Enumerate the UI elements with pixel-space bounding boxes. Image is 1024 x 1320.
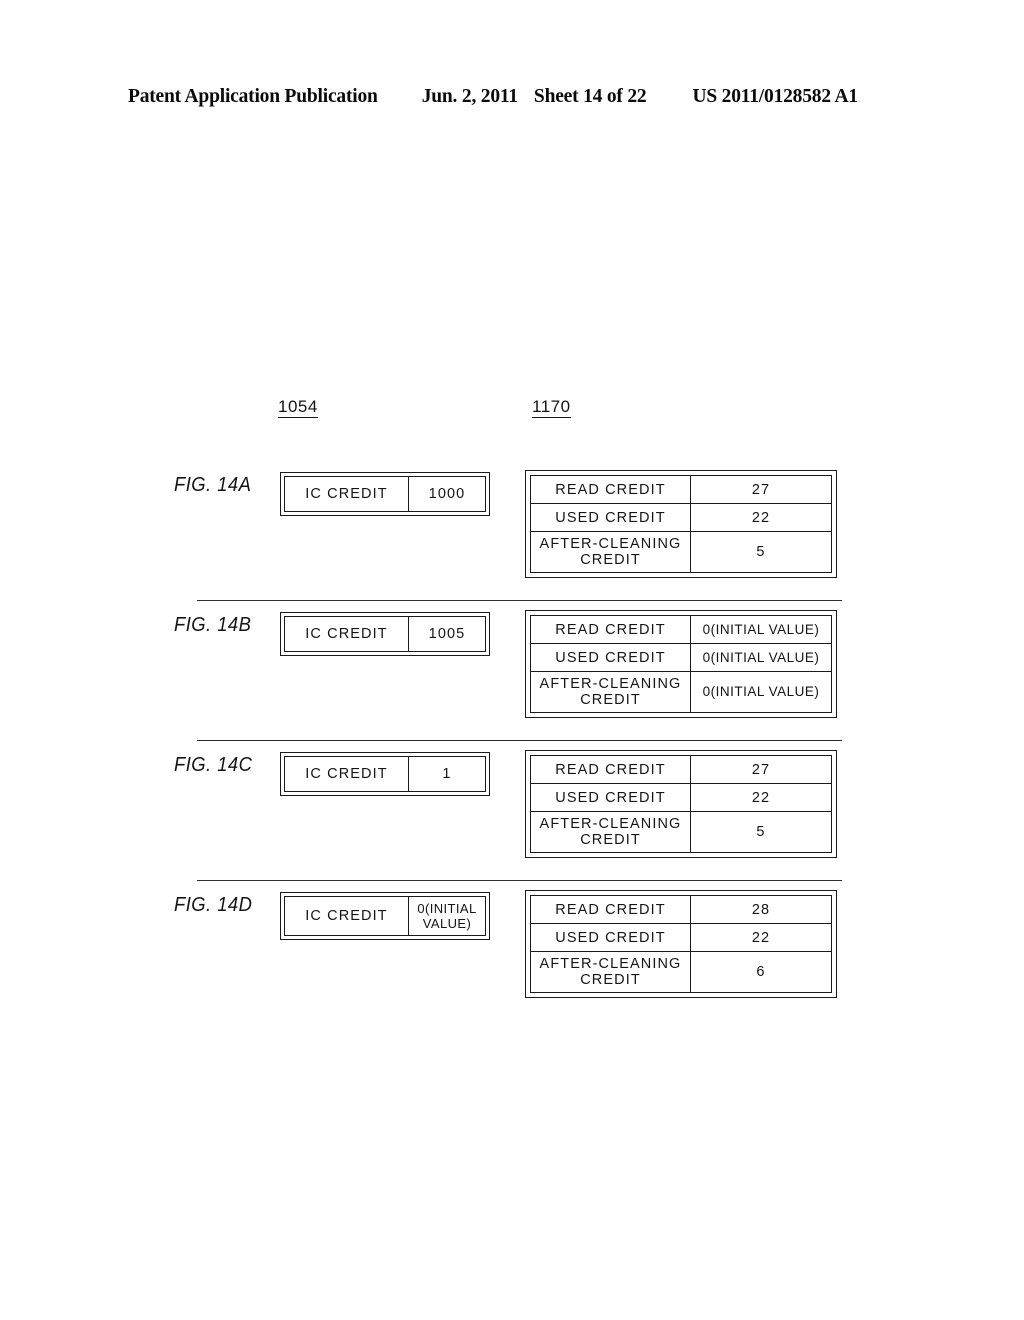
reference-number-1170: 1170: [532, 397, 571, 418]
row-label-read-credit-14c: READ CREDIT: [531, 756, 691, 783]
credit-table-inner-14c: READ CREDIT 27 USED CREDIT 22 AFTER-CLEA…: [530, 755, 832, 853]
figure-block-14c: FIG. 14C IC CREDIT 1 READ CREDIT 27 USED…: [170, 708, 870, 881]
ic-credit-box-14a: IC CREDIT 1000: [280, 472, 490, 516]
ic-credit-inner-14c: IC CREDIT 1: [284, 756, 486, 792]
row-label-used-credit-14c: USED CREDIT: [531, 784, 691, 811]
ic-credit-inner-14a: IC CREDIT 1000: [284, 476, 486, 512]
ic-credit-inner-14d: IC CREDIT 0(INITIAL VALUE): [284, 896, 486, 936]
header-sheet-text: Sheet 14 of 22: [533, 86, 647, 107]
header-publication-text: Patent Application Publication: [128, 86, 378, 107]
row-value-after-cleaning-credit-14d: 6: [756, 964, 766, 980]
ic-credit-label-14b: IC CREDIT: [285, 617, 409, 651]
row-value-used-credit-14b: 0(INITIAL VALUE): [702, 649, 820, 665]
reference-callout-row: 1054 1170: [170, 398, 870, 428]
row-value-after-cleaning-credit-14a: 5: [756, 544, 766, 560]
credit-table-inner-14d: READ CREDIT 28 USED CREDIT 22 AFTER-CLEA…: [530, 895, 832, 993]
table-row: READ CREDIT 27: [531, 476, 831, 504]
row-label-after-cleaning-credit-14d: AFTER-CLEANING CREDIT: [531, 952, 691, 992]
row-value-used-credit-14d: 22: [751, 929, 771, 946]
table-row: USED CREDIT 22: [531, 924, 831, 952]
header-date-text: Jun. 2, 2011: [421, 86, 518, 107]
ic-credit-value-14d: 0(INITIAL VALUE): [417, 901, 477, 931]
figure-block-14a: FIG. 14A IC CREDIT 1000 READ CREDIT 27 U…: [170, 428, 870, 601]
row-value-read-credit-14b: 0(INITIAL VALUE): [702, 621, 820, 637]
credit-table-inner-14b: READ CREDIT 0(INITIAL VALUE) USED CREDIT…: [530, 615, 832, 713]
row-label-read-credit-14d: READ CREDIT: [531, 896, 691, 923]
table-row: AFTER-CLEANING CREDIT 5: [531, 812, 831, 852]
figure-label-14a: FIG. 14A: [174, 474, 252, 496]
figure-label-14c: FIG. 14C: [174, 754, 253, 776]
table-row: AFTER-CLEANING CREDIT 6: [531, 952, 831, 992]
row-label-used-credit-14a: USED CREDIT: [531, 504, 691, 531]
row-label-after-cleaning-credit-14c: AFTER-CLEANING CREDIT: [531, 812, 691, 852]
ic-credit-box-14c: IC CREDIT 1: [280, 752, 490, 796]
table-row: READ CREDIT 0(INITIAL VALUE): [531, 616, 831, 644]
row-value-read-credit-14a: 27: [751, 481, 771, 498]
row-label-read-credit-14b: READ CREDIT: [531, 616, 691, 643]
ic-credit-value-14b: 1005: [428, 625, 466, 642]
ic-credit-inner-14b: IC CREDIT 1005: [284, 616, 486, 652]
reference-number-1054: 1054: [278, 397, 318, 418]
row-value-after-cleaning-credit-14b: 0(INITIAL VALUE): [702, 684, 820, 699]
figure-label-14b: FIG. 14B: [174, 614, 252, 636]
page-header: Patent Application Publication Jun. 2, 2…: [128, 86, 896, 108]
header-patent-number: US 2011/0128582 A1: [692, 86, 858, 107]
ic-credit-label-14a: IC CREDIT: [285, 477, 409, 511]
credit-table-14a: READ CREDIT 27 USED CREDIT 22 AFTER-CLEA…: [525, 470, 837, 578]
figure-label-14d: FIG. 14D: [174, 894, 253, 916]
credit-table-14b: READ CREDIT 0(INITIAL VALUE) USED CREDIT…: [525, 610, 837, 718]
table-row: USED CREDIT 22: [531, 784, 831, 812]
row-label-after-cleaning-credit-14b: AFTER-CLEANING CREDIT: [531, 672, 691, 712]
table-row: AFTER-CLEANING CREDIT 5: [531, 532, 831, 572]
row-label-after-cleaning-credit-14a: AFTER-CLEANING CREDIT: [531, 532, 691, 572]
figure-sheet: 1054 1170 FIG. 14A IC CREDIT 1000 READ C…: [170, 398, 870, 998]
table-row: READ CREDIT 28: [531, 896, 831, 924]
ic-credit-label-14d: IC CREDIT: [285, 897, 409, 935]
table-row: READ CREDIT 27: [531, 756, 831, 784]
row-value-read-credit-14c: 27: [751, 761, 771, 778]
ic-credit-value-14c: 1: [442, 765, 452, 782]
credit-table-14d: READ CREDIT 28 USED CREDIT 22 AFTER-CLEA…: [525, 890, 837, 998]
ic-credit-label-14c: IC CREDIT: [285, 757, 409, 791]
figure-block-14b: FIG. 14B IC CREDIT 1005 READ CREDIT 0(IN…: [170, 568, 870, 741]
row-value-used-credit-14c: 22: [751, 789, 771, 806]
row-value-used-credit-14a: 22: [751, 509, 771, 526]
ic-credit-value-14a: 1000: [428, 485, 466, 502]
row-value-after-cleaning-credit-14c: 5: [756, 824, 766, 840]
table-row: USED CREDIT 22: [531, 504, 831, 532]
table-row: AFTER-CLEANING CREDIT 0(INITIAL VALUE): [531, 672, 831, 712]
table-row: USED CREDIT 0(INITIAL VALUE): [531, 644, 831, 672]
ic-credit-box-14d: IC CREDIT 0(INITIAL VALUE): [280, 892, 490, 940]
ic-credit-box-14b: IC CREDIT 1005: [280, 612, 490, 656]
row-label-read-credit-14a: READ CREDIT: [531, 476, 691, 503]
credit-table-inner-14a: READ CREDIT 27 USED CREDIT 22 AFTER-CLEA…: [530, 475, 832, 573]
figure-block-14d: FIG. 14D IC CREDIT 0(INITIAL VALUE) READ…: [170, 848, 870, 998]
row-label-used-credit-14d: USED CREDIT: [531, 924, 691, 951]
credit-table-14c: READ CREDIT 27 USED CREDIT 22 AFTER-CLEA…: [525, 750, 837, 858]
row-value-read-credit-14d: 28: [751, 901, 771, 918]
row-label-used-credit-14b: USED CREDIT: [531, 644, 691, 671]
